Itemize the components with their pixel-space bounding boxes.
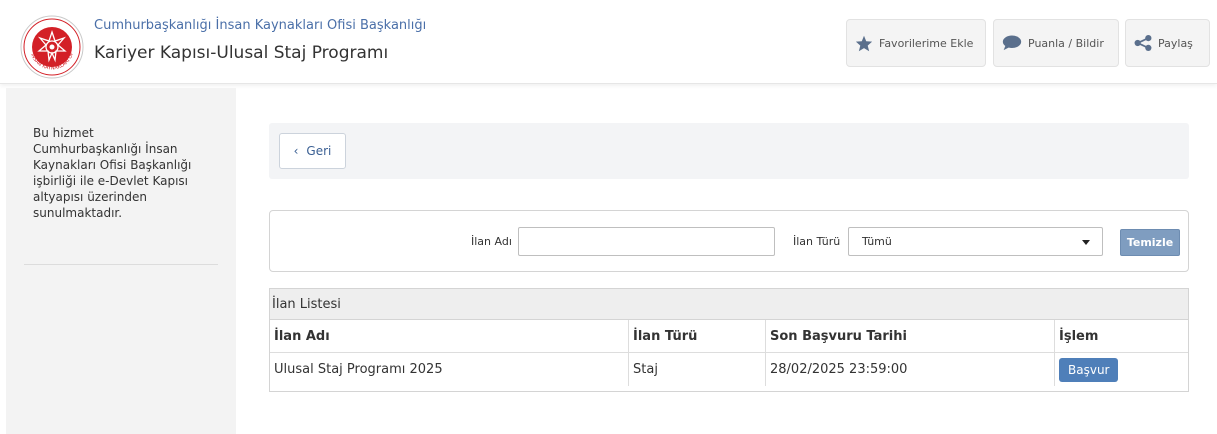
listing-name-label: İlan Adı xyxy=(471,235,512,248)
column-header-deadline: Son Başvuru Tarihi xyxy=(765,320,1054,352)
listing-action-cell: Başvur xyxy=(1054,353,1189,386)
listing-table: İlan Listesi İlan Adı İlan Türü Son Başv… xyxy=(269,288,1189,392)
service-info-text: Bu hizmet Cumhurbaşkanlığı İnsan Kaynakl… xyxy=(33,126,192,220)
listing-type-select[interactable]: Tümü xyxy=(848,227,1103,256)
column-header-type: İlan Türü xyxy=(628,320,765,352)
table-row: Ulusal Staj Programı 2025 Staj 28/02/202… xyxy=(270,353,1188,386)
rate-label: Puanla / Bildir xyxy=(1028,36,1104,50)
clear-button[interactable]: Temizle xyxy=(1120,229,1180,256)
share-icon xyxy=(1134,35,1152,51)
listing-type-cell: Staj xyxy=(628,353,765,386)
listing-table-title: İlan Listesi xyxy=(270,289,1188,320)
filter-panel: İlan Adı İlan Türü Tümü Temizle xyxy=(269,210,1189,272)
logo: İNSAN KAYNAKLARI OFİSİ xyxy=(17,9,85,80)
back-label: Geri xyxy=(306,144,332,158)
favorites-button[interactable]: Favorilerime Ekle xyxy=(846,19,986,67)
sidebar: Bu hizmet Cumhurbaşkanlığı İnsan Kaynakl… xyxy=(6,88,236,434)
speech-bubble-icon xyxy=(1002,35,1022,51)
listing-name-input[interactable] xyxy=(518,227,775,256)
chevron-left-icon: ‹ xyxy=(293,144,299,158)
favorites-label: Favorilerime Ekle xyxy=(879,36,974,50)
star-icon xyxy=(855,35,873,51)
listing-type-value: Tümü xyxy=(862,235,892,248)
org-name[interactable]: Cumhurbaşkanlığı İnsan Kaynakları Ofisi … xyxy=(94,18,426,33)
listing-type-label: İlan Türü xyxy=(793,235,841,248)
service-title: Kariyer Kapısı-Ulusal Staj Programı xyxy=(94,43,389,63)
rate-button[interactable]: Puanla / Bildir xyxy=(993,19,1119,67)
share-button[interactable]: Paylaş xyxy=(1125,19,1210,67)
column-header-action: İşlem xyxy=(1054,320,1189,352)
caret-down-icon xyxy=(1082,240,1090,245)
apply-button[interactable]: Başvur xyxy=(1059,357,1119,382)
back-button[interactable]: ‹ Geri xyxy=(279,133,346,169)
listing-name-cell: Ulusal Staj Programı 2025 xyxy=(274,362,443,377)
share-label: Paylaş xyxy=(1158,36,1193,50)
table-header-row: İlan Adı İlan Türü Son Başvuru Tarihi İş… xyxy=(270,320,1188,353)
listing-deadline-cell: 28/02/2025 23:59:00 xyxy=(765,353,1054,386)
back-panel: ‹ Geri xyxy=(269,123,1189,179)
sidebar-divider xyxy=(24,264,218,265)
page-header: İNSAN KAYNAKLARI OFİSİ Cumhurbaşkanlığı … xyxy=(0,0,1217,84)
column-header-name: İlan Adı xyxy=(274,328,330,344)
